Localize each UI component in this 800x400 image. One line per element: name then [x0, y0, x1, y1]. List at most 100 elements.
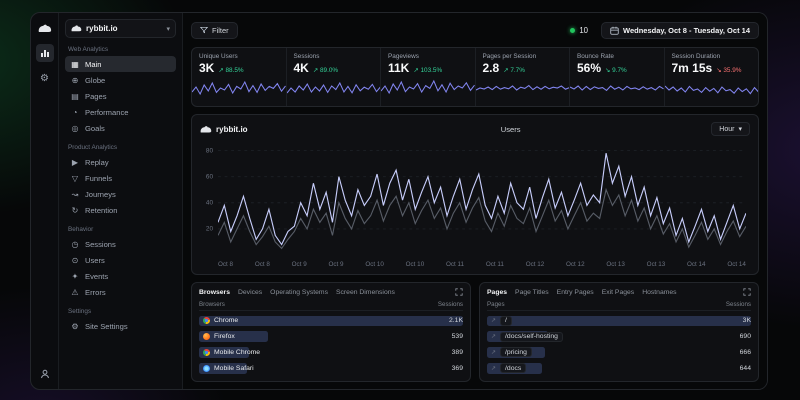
browsers-row-value: 389 — [447, 349, 463, 356]
x-tick-label: Oct 8 — [218, 261, 233, 268]
sidebar-item-funnels[interactable]: ▽Funnels — [65, 170, 176, 186]
sidebar-item-label: Performance — [85, 108, 128, 117]
sidebar-section-label: Settings — [68, 308, 173, 315]
browsers-row-value: 2.1K — [444, 317, 463, 324]
pages-column-header: Pages — [487, 301, 505, 308]
chart-brand-label: rybbit.io — [216, 125, 248, 134]
sidebar-item-goals[interactable]: ◎Goals — [65, 120, 176, 136]
sidebar-item-pages[interactable]: ▤Pages — [65, 88, 176, 104]
tab-pages[interactable]: Pages — [487, 289, 507, 296]
sidebar-item-sessions[interactable]: ◷Sessions — [65, 236, 176, 252]
x-tick-label: Oct 14 — [687, 261, 706, 268]
sidebar: rybbit.io ▾ Web Analytics▦Main⊕Globe▤Pag… — [59, 13, 183, 389]
filter-button[interactable]: Filter — [191, 22, 238, 39]
pages-icon: ▤ — [70, 92, 80, 101]
browsers-row-label: Mobile Safari — [214, 365, 254, 372]
site-settings-icon: ⚙ — [70, 322, 80, 331]
browsers-row-label: Chrome — [214, 317, 238, 324]
sidebar-item-performance[interactable]: ◔ Performance — [65, 104, 176, 120]
sidebar-item-users[interactable]: ⊙Users — [65, 252, 176, 268]
y-axis-labels: 20406080 — [200, 144, 215, 255]
stat-sparkline — [665, 77, 759, 99]
sidebar-item-errors[interactable]: ⚠Errors — [65, 284, 176, 300]
stat-bounce-rate: Bounce Rate56%↘ 9.7% — [569, 48, 664, 106]
x-tick-label: Oct 10 — [365, 261, 384, 268]
y-tick-label: 40 — [206, 199, 213, 206]
tab-devices[interactable]: Devices — [238, 289, 262, 296]
tab-entry-pages[interactable]: Entry Pages — [557, 289, 594, 296]
sessions-icon: ◷ — [70, 240, 80, 249]
sidebar-item-site-settings[interactable]: ⚙ Site Settings — [65, 318, 176, 334]
stat-sparkline — [381, 77, 475, 99]
account-user-icon[interactable] — [36, 365, 54, 383]
stat-change: ↗ 88.5% — [218, 66, 243, 74]
browsers-row[interactable]: Mobile Safari369 — [199, 363, 463, 374]
browsers-row[interactable]: Firefox539 — [199, 331, 463, 342]
chart-canvas — [218, 144, 746, 255]
tab-exit-pages[interactable]: Exit Pages — [602, 289, 635, 296]
x-tick-label: Oct 12 — [566, 261, 585, 268]
x-tick-label: Oct 9 — [292, 261, 307, 268]
main-icon: ▦ — [70, 60, 80, 69]
site-selector[interactable]: rybbit.io ▾ — [65, 19, 176, 38]
tab-operating-systems[interactable]: Operating Systems — [270, 289, 328, 296]
y-tick-label: 20 — [206, 225, 213, 232]
chrome-icon — [203, 317, 210, 324]
pages-row[interactable]: ↗/docs/self-hosting690 — [487, 331, 751, 342]
browsers-expand-icon[interactable] — [455, 288, 463, 296]
pages-row[interactable]: ↗/3K — [487, 316, 751, 327]
browsers-row[interactable]: Chrome 2.1K — [199, 316, 463, 327]
interval-select[interactable]: Hour ▾ — [711, 122, 750, 136]
x-tick-label: Oct 12 — [526, 261, 545, 268]
stat-unique-users: Unique Users3K↗ 88.5% — [192, 48, 286, 106]
filter-label: Filter — [212, 26, 229, 35]
pages-row-value: 644 — [735, 365, 751, 372]
main-content: Filter 10 Wednesday, Oct 8 - Tuesday, Oc… — [183, 13, 767, 389]
x-tick-label: Oct 8 — [255, 261, 270, 268]
goals-icon: ◎ — [70, 124, 80, 133]
stat-value: 56% — [577, 61, 601, 75]
sidebar-item-journeys[interactable]: ↝Journeys — [65, 186, 176, 202]
external-link-icon: ↗ — [491, 349, 496, 356]
chart-brand: rybbit.io — [200, 125, 310, 134]
sidebar-item-label: Funnels — [85, 174, 112, 183]
users-line-chart[interactable]: 20406080 Oct 8Oct 8Oct 9Oct 9Oct 10Oct 1… — [200, 140, 750, 268]
date-range-picker[interactable]: Wednesday, Oct 8 - Tuesday, Oct 14 — [601, 22, 759, 39]
external-link-icon: ↗ — [491, 333, 496, 340]
performance-icon: ◔ — [70, 108, 80, 117]
browsers-row[interactable]: Mobile Chrome389 — [199, 347, 463, 358]
site-name: rybbit.io — [86, 24, 118, 33]
tab-page-titles[interactable]: Page Titles — [515, 289, 549, 296]
chevron-down-icon: ▾ — [166, 25, 170, 33]
sidebar-item-replay[interactable]: ▶Replay — [65, 154, 176, 170]
stat-sparkline — [287, 77, 381, 99]
stat-sparkline — [192, 77, 286, 99]
tab-browsers[interactable]: Browsers — [199, 289, 230, 296]
sidebar-item-events[interactable]: ✦Events — [65, 268, 176, 284]
sidebar-item-retention[interactable]: ↻Retention — [65, 202, 176, 218]
stat-label: Sessions — [294, 53, 374, 60]
topbar-right: 10 Wednesday, Oct 8 - Tuesday, Oct 14 — [565, 22, 759, 39]
chevron-down-icon: ▾ — [738, 125, 742, 133]
sidebar-item-label: Site Settings — [85, 322, 128, 331]
pages-row[interactable]: ↗/pricing666 — [487, 347, 751, 358]
stat-sessions: Sessions4K↗ 89.0% — [286, 48, 381, 106]
replay-icon: ▶ — [70, 158, 80, 167]
analytics-nav-icon[interactable] — [36, 44, 54, 62]
users-chart-card: rybbit.io Users Hour ▾ 20406080 Oct 8Oct… — [191, 114, 759, 275]
pages-row[interactable]: ↗/docs644 — [487, 363, 751, 374]
sidebar-item-main[interactable]: ▦Main — [65, 56, 176, 72]
tab-hostnames[interactable]: Hostnames — [642, 289, 676, 296]
stat-pageviews: Pageviews11K↗ 103.5% — [380, 48, 475, 106]
gear-icon[interactable]: ⚙ — [36, 69, 54, 87]
pages-expand-icon[interactable] — [743, 288, 751, 296]
rybbit-logo-icon — [200, 125, 212, 134]
live-users-badge[interactable]: 10 — [565, 23, 593, 38]
globe-icon: ⊕ — [70, 76, 80, 85]
pages-row-label: / — [500, 316, 512, 326]
browsers-column-header: Browsers — [199, 301, 225, 308]
tab-screen-dimensions[interactable]: Screen Dimensions — [336, 289, 395, 296]
live-users-count: 10 — [579, 26, 588, 35]
sidebar-item-globe[interactable]: ⊕Globe — [65, 72, 176, 88]
stat-pages-per-session: Pages per Session2.8↗ 7.7% — [475, 48, 570, 106]
